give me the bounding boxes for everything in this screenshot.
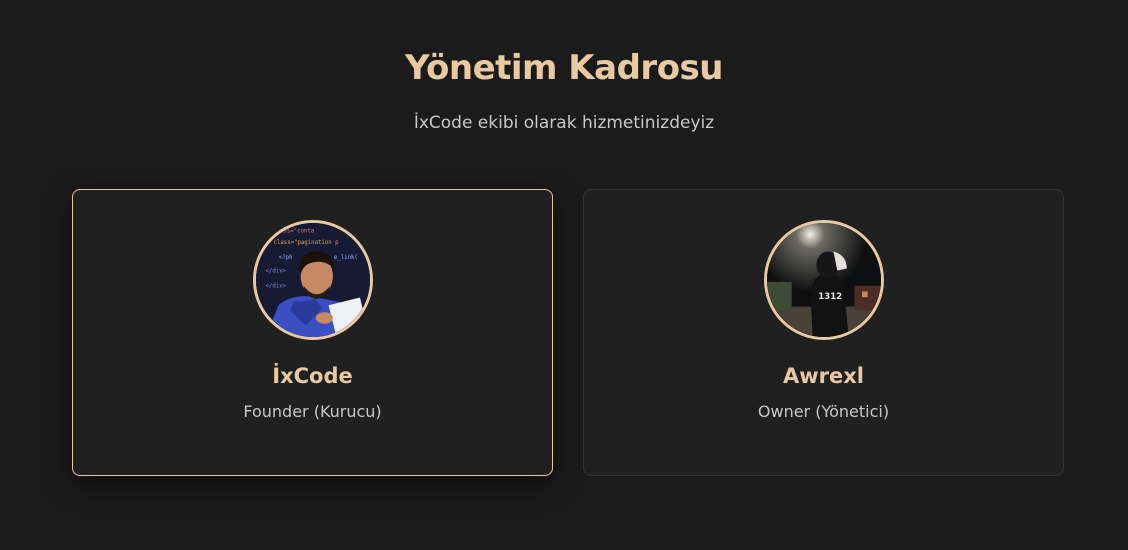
- section-title: Yönetim Kadrosu: [405, 48, 724, 88]
- member-role: Owner (Yönetici): [757, 402, 890, 421]
- avatar-code-line: </div>: [265, 284, 286, 290]
- member-name: İxCode: [272, 364, 353, 388]
- avatar-ixcode: class="conta div class="pagination p <?p…: [252, 220, 373, 340]
- member-name: Awrexl: [783, 364, 864, 388]
- team-card-ixcode[interactable]: class="conta div class="pagination p <?p…: [72, 189, 553, 476]
- avatar-code-line: e_link(: [333, 255, 357, 261]
- coder-portrait-illustration-icon: class="conta div class="pagination p <?p…: [255, 223, 370, 337]
- jersey-number: 1312: [818, 292, 842, 302]
- avatar-code-line: <?ph: [278, 255, 292, 261]
- hooded-person-night-photo-icon: 1312: [766, 223, 881, 337]
- member-role: Founder (Kurucu): [243, 402, 382, 421]
- team-card-awrexl[interactable]: 1312 Awrexl Owner (Yönetici): [583, 189, 1064, 476]
- avatar-code-line: class="conta: [273, 229, 314, 235]
- team-section: Yönetim Kadrosu İxCode ekibi olarak hizm…: [0, 0, 1128, 550]
- avatar-code-line: </div>: [265, 268, 286, 274]
- avatar-code-line: div class="pagination p: [259, 240, 338, 246]
- avatar-awrexl: 1312: [763, 220, 884, 340]
- section-subtitle: İxCode ekibi olarak hizmetinizdeyiz: [413, 113, 715, 133]
